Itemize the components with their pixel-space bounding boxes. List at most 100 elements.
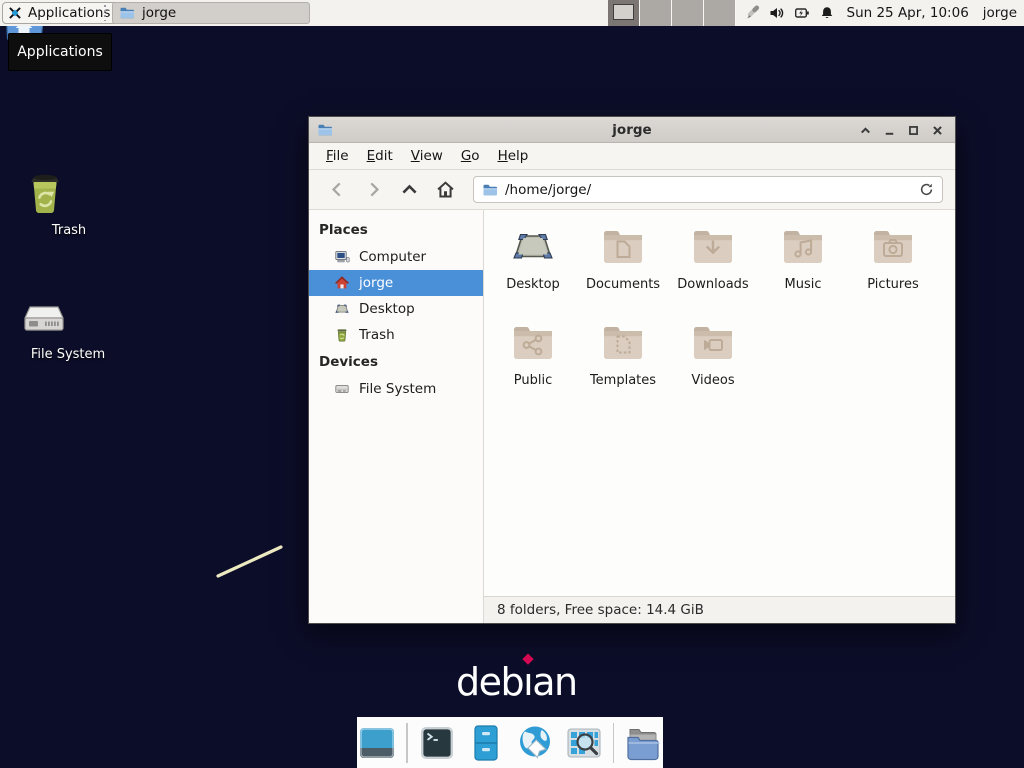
menu-item[interactable]: Go: [452, 144, 489, 168]
sidebar-item-label: Desktop: [359, 301, 415, 317]
sidebar-item-label: File System: [359, 381, 436, 397]
web-browser-icon: [515, 723, 555, 763]
show-desktop-icon: [357, 723, 397, 763]
folder-videos-icon: [689, 319, 737, 367]
dock: [357, 717, 663, 768]
sidebar-item[interactable]: Desktop: [309, 296, 483, 322]
computer-icon: [334, 249, 350, 265]
sidebar-item-label: Trash: [359, 327, 395, 343]
file-item-label: Documents: [586, 277, 660, 292]
file-item-label: Downloads: [677, 277, 748, 292]
back-button[interactable]: [321, 176, 353, 204]
clock[interactable]: Sun 25 Apr, 10:06: [847, 5, 969, 21]
file-item[interactable]: Downloads: [668, 220, 758, 316]
workspace-switcher: [608, 0, 736, 26]
sidebar-heading: Places: [309, 216, 483, 244]
sidebar-item-label: jorge: [359, 275, 393, 291]
folder-pictures-icon: [869, 223, 917, 271]
file-view: Desktop Documents Downloads Music Pictur…: [484, 210, 955, 623]
panel-grip[interactable]: [104, 5, 106, 21]
show-desktop[interactable]: [357, 723, 397, 763]
sidebar-item[interactable]: Computer: [309, 244, 483, 270]
drive-big-icon: [20, 294, 116, 342]
folder-music-icon: [779, 223, 827, 271]
file-manager-window: jorge FileEditViewGoHelp /home/jorge/ Pl…: [308, 116, 956, 624]
desktop-icon-label: File System: [20, 347, 116, 362]
folder-stack-icon: [623, 723, 663, 763]
file-item[interactable]: Pictures: [848, 220, 938, 316]
workspace-window-thumbnail: [613, 4, 634, 20]
maximize-icon[interactable]: [906, 123, 921, 138]
sidebar-item[interactable]: Trash: [309, 322, 483, 348]
battery-icon[interactable]: [794, 5, 810, 21]
location-path[interactable]: /home/jorge/: [505, 182, 912, 198]
home-button[interactable]: [429, 176, 461, 204]
file-item-label: Music: [785, 277, 822, 292]
shade-icon[interactable]: [858, 123, 873, 138]
file-item[interactable]: Public: [488, 316, 578, 412]
file-item[interactable]: Desktop: [488, 220, 578, 316]
menu-item[interactable]: View: [402, 144, 452, 168]
terminal-icon: [417, 723, 457, 763]
desktop-icon-label: Trash: [21, 223, 117, 238]
file-item[interactable]: Music: [758, 220, 848, 316]
file-grid[interactable]: Desktop Documents Downloads Music Pictur…: [484, 210, 955, 596]
top-panel: Applications jorge Sun 25 Apr, 10:06 jor…: [0, 0, 1024, 26]
desktop-pad-icon: [334, 301, 350, 317]
applications-label: Applications: [28, 5, 110, 21]
terminal[interactable]: [417, 723, 457, 763]
xfce-apps-icon: [7, 5, 23, 21]
reload-button[interactable]: [919, 182, 934, 197]
file-item-label: Pictures: [867, 277, 918, 292]
folder-templates-icon: [599, 319, 647, 367]
minimize-icon[interactable]: [882, 123, 897, 138]
close-icon[interactable]: [930, 123, 945, 138]
file-item-label: Public: [514, 373, 552, 388]
sidebar-heading: Devices: [309, 348, 483, 376]
menu-item[interactable]: Help: [489, 144, 538, 168]
home-icon: [334, 275, 350, 291]
window-titlebar[interactable]: jorge: [309, 117, 955, 143]
file-item[interactable]: Documents: [578, 220, 668, 316]
file-item[interactable]: Videos: [668, 316, 758, 412]
app-finder-icon: [564, 723, 604, 763]
applications-tooltip: Applications: [8, 33, 112, 71]
trash[interactable]: Trash: [21, 170, 117, 238]
file-system[interactable]: File System: [20, 294, 116, 362]
directory-menu[interactable]: [623, 723, 663, 763]
workspace-cell[interactable]: [640, 0, 672, 26]
up-button[interactable]: [393, 176, 425, 204]
trash-big-icon: [21, 170, 117, 218]
taskbar-window-button[interactable]: jorge: [112, 2, 310, 24]
window-controls: [858, 117, 945, 143]
web-browser[interactable]: [515, 723, 555, 763]
menubar: FileEditViewGoHelp: [309, 143, 955, 169]
statusbar: 8 folders, Free space: 14.4 GiB: [484, 596, 955, 623]
wallpaper-scratch-line: [212, 540, 288, 582]
folder-public-icon: [509, 319, 557, 367]
session-menu-user[interactable]: jorge: [983, 5, 1017, 21]
folder-small-icon: [482, 182, 498, 198]
file-manager[interactable]: [466, 723, 506, 763]
sidebar-item[interactable]: File System: [309, 376, 483, 402]
workspace-cell[interactable]: [672, 0, 704, 26]
app-finder[interactable]: [564, 723, 604, 763]
workspace-cell[interactable]: [608, 0, 640, 26]
volume-icon[interactable]: [769, 5, 785, 21]
desktop-pad-icon: [509, 223, 557, 271]
drive-small-icon: [334, 381, 350, 397]
folder-small-icon: [119, 5, 135, 21]
location-bar[interactable]: /home/jorge/: [473, 176, 943, 203]
taskbar-window-label: jorge: [142, 5, 176, 21]
workspace-cell[interactable]: [704, 0, 736, 26]
menu-item[interactable]: File: [317, 144, 358, 168]
file-item-label: Videos: [691, 373, 734, 388]
forward-button[interactable]: [357, 176, 389, 204]
sidebar-item[interactable]: jorge: [309, 270, 483, 296]
stylus-icon[interactable]: [744, 5, 760, 21]
sidebar: Places Computer jorge Desktop: [309, 210, 484, 623]
notifications-icon[interactable]: [819, 5, 835, 21]
applications-menu-button[interactable]: Applications: [2, 2, 119, 24]
menu-item[interactable]: Edit: [358, 144, 402, 168]
file-item[interactable]: Templates: [578, 316, 668, 412]
